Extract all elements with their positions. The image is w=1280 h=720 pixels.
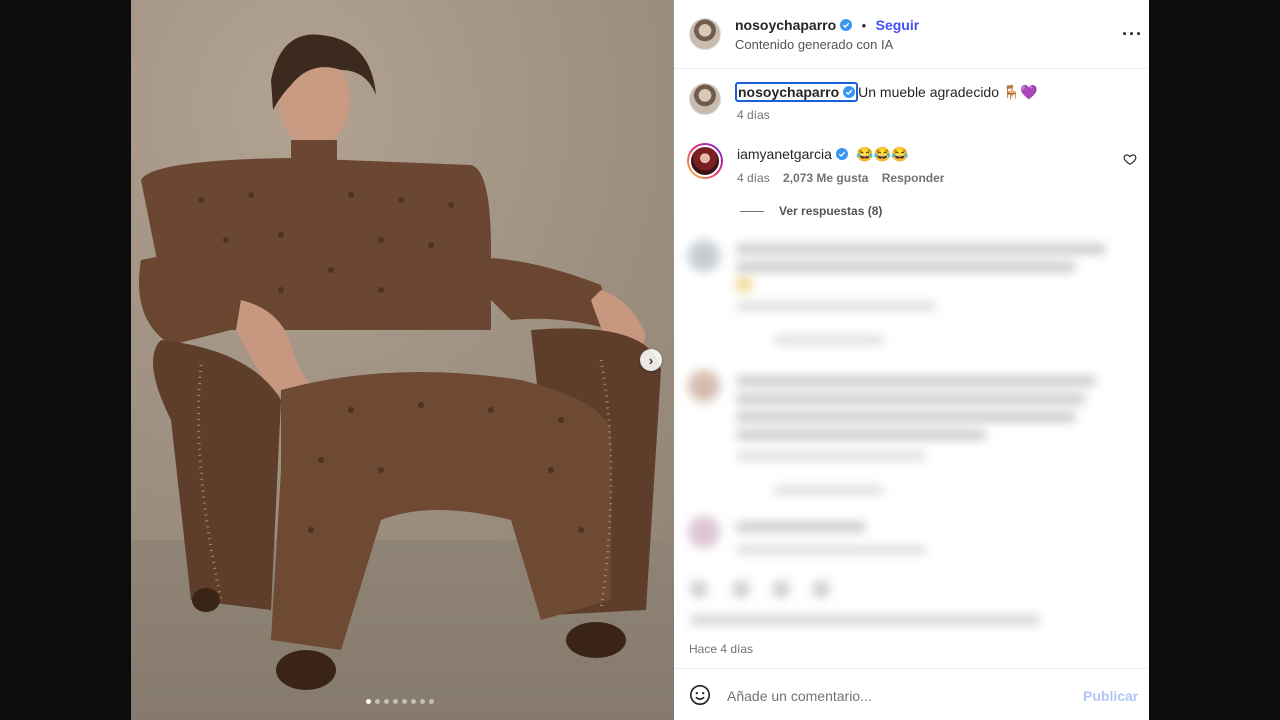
author-username[interactable]: nosoychaparro: [735, 17, 836, 33]
commenter-username[interactable]: iamyanetgarcia: [737, 146, 832, 162]
caption-username[interactable]: nosoychaparro: [735, 82, 859, 102]
reply-button[interactable]: Responder: [882, 171, 945, 185]
ai-generated-label: Contenido generado con IA: [735, 37, 894, 52]
blurred-avatar: [688, 370, 720, 402]
verified-icon: [840, 19, 853, 31]
comment-line: iamyanetgarcia 😂😂😂: [737, 146, 909, 164]
commenter-avatar-image: [689, 145, 721, 177]
blurred-replies: [774, 486, 884, 494]
blurred-line: [736, 376, 1096, 386]
blurred-comments: [674, 230, 1149, 630]
verified-icon: [843, 86, 856, 98]
commenter-avatar[interactable]: [687, 143, 723, 179]
view-replies-button[interactable]: Ver respuestas (8): [779, 204, 882, 218]
post-timestamp: Hace 4 días: [689, 642, 754, 656]
blurred-meta: [736, 302, 936, 310]
blurred-line: [736, 394, 1086, 404]
blurred-avatar: [688, 240, 720, 272]
blurred-meta: [736, 546, 926, 554]
carousel-dot: [429, 699, 434, 704]
instagram-post-modal: › nosoychaparro • Seguir Contenido gener…: [0, 0, 1280, 720]
carousel-dot: [420, 699, 425, 704]
blurred-line: [736, 244, 1106, 254]
verified-icon: [835, 148, 848, 160]
blurred-icon: [812, 580, 830, 598]
header-separator: •: [861, 18, 867, 33]
author-avatar[interactable]: [689, 18, 721, 50]
caption-time: 4 días: [737, 108, 770, 122]
blurred-icon: [772, 580, 790, 598]
blurred-avatar: [688, 516, 720, 548]
carousel-dot: [393, 699, 398, 704]
author-line: nosoychaparro • Seguir: [735, 17, 919, 35]
publish-button[interactable]: Publicar: [1083, 688, 1138, 704]
chevron-right-icon: ›: [648, 352, 654, 368]
carousel-dot: [375, 699, 380, 704]
caption-line: nosoychaparro Un mueble agradecido 🪑💜: [735, 82, 1038, 102]
carousel-dots: [366, 699, 434, 704]
blurred-line: [736, 262, 1076, 272]
blurred-meta: [736, 452, 926, 460]
emoji-icon[interactable]: [689, 684, 711, 706]
replies-divider: [740, 211, 764, 212]
carousel-dot: [402, 699, 407, 704]
post-side-panel: nosoychaparro • Seguir Contenido generad…: [674, 0, 1149, 720]
caption-avatar[interactable]: [689, 83, 721, 115]
blurred-line: [736, 522, 866, 532]
follow-button[interactable]: Seguir: [876, 17, 920, 33]
comment-time: 4 días: [737, 171, 770, 185]
comment-likes[interactable]: 2,073 Me gusta: [783, 171, 868, 185]
post-image[interactable]: ›: [131, 0, 674, 720]
caption-username-text: nosoychaparro: [738, 84, 840, 100]
carousel-next-button[interactable]: ›: [640, 349, 662, 371]
comment-meta: 4 días 2,073 Me gusta Responder: [737, 171, 944, 185]
comment-text: 😂😂😂: [856, 146, 909, 162]
blurred-icon: [690, 580, 708, 598]
blurred-line: [690, 615, 1040, 625]
blurred-icon: [732, 580, 750, 598]
blurred-line: [736, 412, 1076, 422]
post-header: nosoychaparro • Seguir Contenido generad…: [674, 0, 1149, 69]
carousel-dot: [384, 699, 389, 704]
caption-text: Un mueble agradecido 🪑💜: [858, 84, 1038, 100]
carousel-dot: [366, 699, 371, 704]
heart-icon[interactable]: [1123, 152, 1137, 166]
armchair-illustration: [139, 34, 661, 690]
comment-bar: Añade un comentario... Publicar: [674, 668, 1149, 720]
carousel-dot: [411, 699, 416, 704]
blurred-replies: [774, 336, 884, 344]
blurred-line: [736, 430, 986, 440]
comment-input[interactable]: Añade un comentario...: [727, 688, 872, 704]
blurred-emoji: [736, 278, 752, 292]
more-icon[interactable]: ···: [1122, 24, 1143, 45]
